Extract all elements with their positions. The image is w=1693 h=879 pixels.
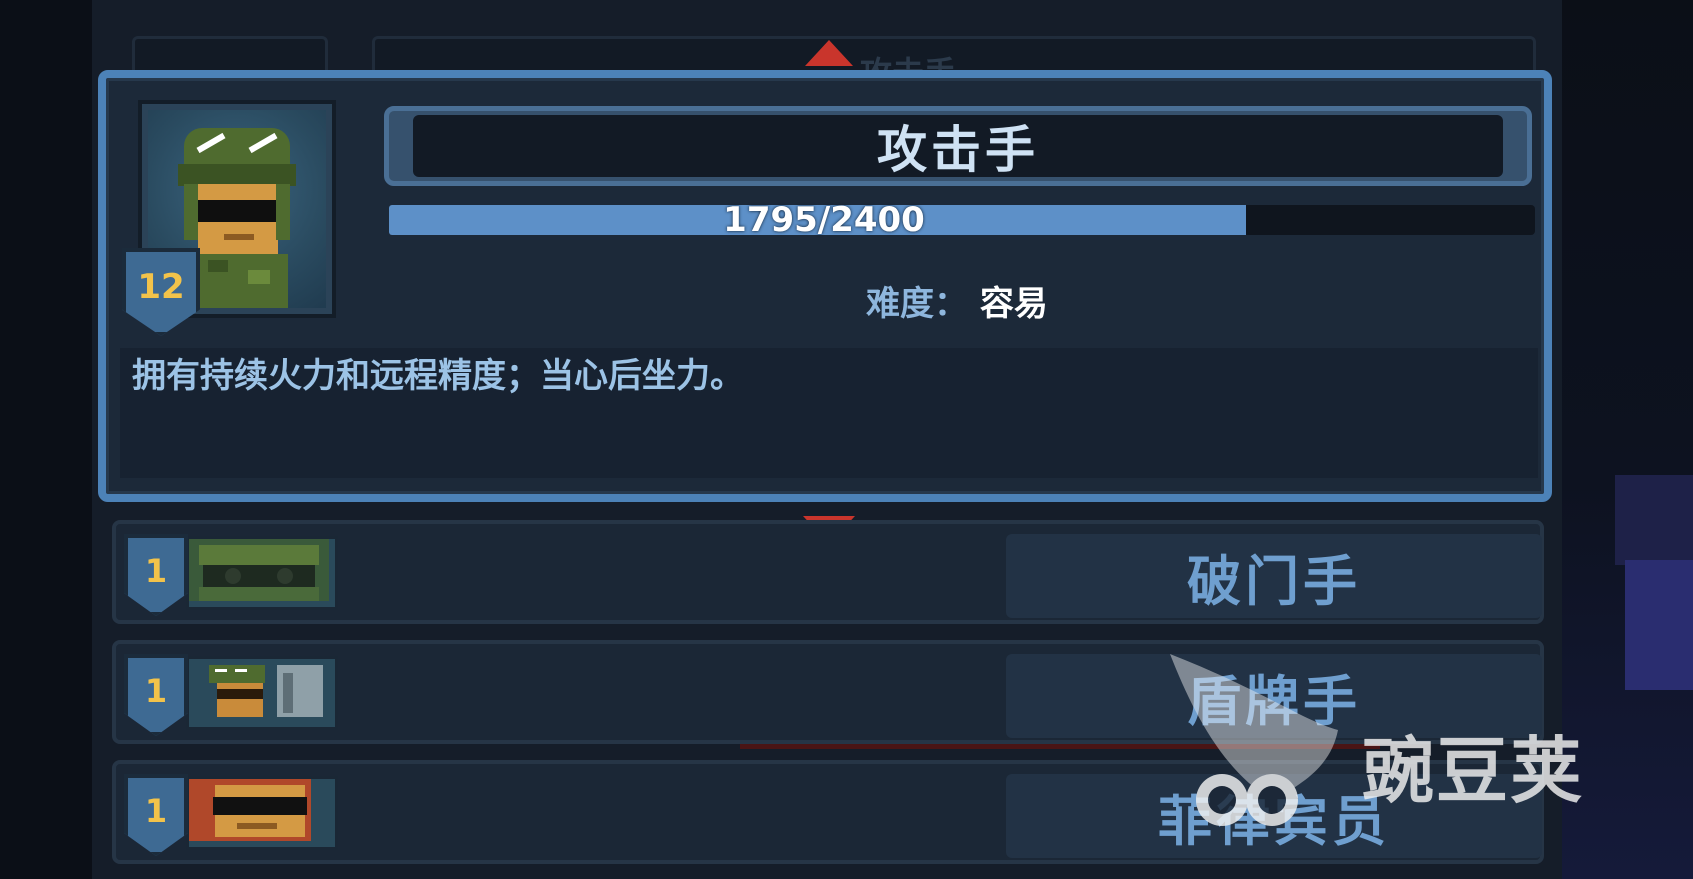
- class-level-badge: 1: [124, 534, 188, 616]
- breacher-portrait-icon: [189, 539, 329, 601]
- class-level-badge: 1: [124, 654, 188, 736]
- difficulty-label: 难度：: [866, 284, 968, 324]
- selected-class-card[interactable]: 12 攻击手 1795/2400 难度： 容易 拥有持续火力和远程精度；当心后坐…: [98, 70, 1552, 502]
- watermark-text: 豌豆荚: [1362, 729, 1585, 813]
- difficulty: 难度： 容易: [866, 276, 1048, 325]
- class-name: 破门手: [1006, 534, 1542, 618]
- background-decoration: [1625, 560, 1693, 690]
- class-list-item-breacher[interactable]: 1 破门手: [112, 520, 1544, 624]
- scroll-up-arrow-icon[interactable]: [805, 40, 853, 66]
- class-thumbnail: [186, 656, 338, 730]
- experience-text: 1795/2400: [723, 200, 925, 240]
- sunglasses-soldier-portrait-icon: [189, 779, 329, 841]
- class-level-badge: 12: [122, 248, 200, 336]
- class-description-box: 拥有持续火力和远程精度；当心后坐力。: [120, 348, 1538, 478]
- watermark-logo-icon: [1170, 654, 1338, 826]
- class-thumbnail: [186, 776, 338, 850]
- difficulty-value: 容易: [979, 284, 1048, 324]
- background-decoration: [1615, 475, 1693, 565]
- class-name-frame: 攻击手: [384, 106, 1532, 186]
- class-level-badge: 1: [124, 774, 188, 856]
- class-name: 攻击手: [413, 115, 1503, 179]
- experience-bar: 1795/2400: [389, 200, 1535, 240]
- class-description: 拥有持续火力和远程精度；当心后坐力。: [132, 356, 744, 396]
- class-thumbnail: [186, 536, 338, 610]
- shield-soldier-portrait-icon: [189, 659, 329, 721]
